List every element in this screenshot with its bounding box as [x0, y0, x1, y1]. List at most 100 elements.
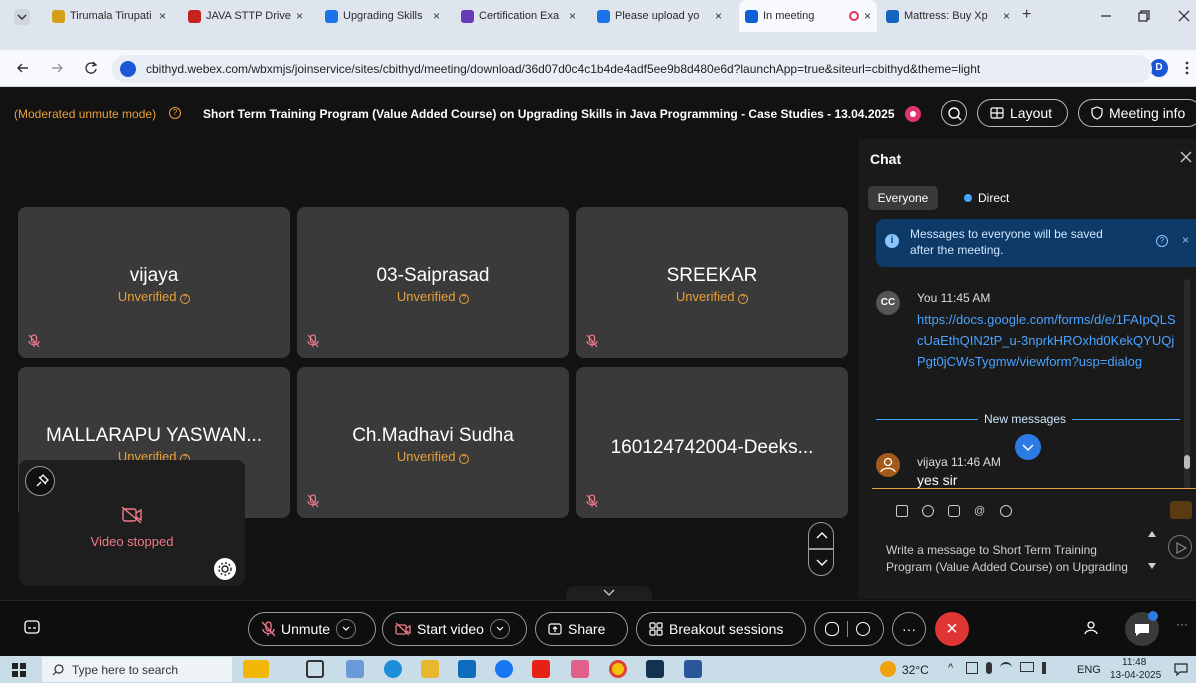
raise-hand-icon[interactable] [825, 622, 839, 636]
task-view-icon[interactable] [306, 660, 324, 678]
microphone-icon[interactable] [986, 662, 992, 674]
forward-button[interactable] [50, 61, 64, 75]
info-icon[interactable]: ? [738, 294, 749, 304]
reload-button[interactable] [84, 61, 98, 75]
more-options-button[interactable]: ··· [892, 612, 926, 646]
weather-icon[interactable] [880, 661, 896, 677]
share-button[interactable]: Share [535, 612, 628, 646]
outlook-icon[interactable] [458, 660, 476, 678]
chevron-up-icon[interactable]: ^ [948, 662, 958, 676]
network-icon[interactable] [966, 662, 978, 674]
gif-icon[interactable] [948, 505, 960, 517]
pin-button[interactable] [25, 466, 55, 496]
clock-time[interactable]: 11:48 [1122, 657, 1146, 668]
back-button[interactable] [16, 61, 30, 75]
grid-scroll-down-button[interactable] [808, 549, 834, 576]
tab-close-button[interactable]: × [159, 9, 166, 23]
participants-toggle-icon[interactable] [1170, 501, 1192, 519]
close-window-button[interactable] [1176, 8, 1192, 24]
tab-close-button[interactable]: × [715, 9, 722, 23]
info-icon[interactable]: ? [459, 454, 470, 464]
layout-button[interactable]: Layout [977, 99, 1068, 127]
participant-tile[interactable]: vijaya Unverified ? [18, 207, 290, 358]
browser-tab[interactable]: Upgrading Skills × [319, 0, 446, 32]
chrome-icon[interactable] [609, 660, 627, 678]
wifi-icon[interactable] [1000, 662, 1012, 674]
browser-tab[interactable]: Certification Exa × [455, 0, 582, 32]
zoom-button[interactable] [941, 100, 967, 126]
participant-tile[interactable]: SREEKAR Unverified ? [576, 207, 848, 358]
new-tab-button[interactable]: + [1022, 6, 1031, 24]
more-panels-button[interactable]: ··· [1176, 617, 1188, 631]
volume-icon[interactable] [1042, 662, 1054, 674]
edge-browser-icon[interactable] [384, 660, 402, 678]
taskbar-search-input[interactable]: Type here to search [42, 657, 232, 682]
copilot-icon[interactable] [243, 660, 269, 678]
browser-tab[interactable]: Tirumala Tirupati × [46, 0, 172, 32]
word-icon[interactable] [684, 660, 702, 678]
attach-icon[interactable] [1000, 505, 1012, 517]
participants-button[interactable] [1084, 620, 1100, 636]
battery-icon[interactable] [1020, 662, 1034, 672]
browser-menu-button[interactable] [1184, 61, 1190, 75]
snipping-tool-icon[interactable] [571, 660, 589, 678]
scroll-to-new-button[interactable] [1015, 434, 1041, 460]
info-icon[interactable]: ? [459, 294, 470, 304]
participant-tile[interactable]: Ch.Madhavi Sudha Unverified ? [297, 367, 569, 518]
start-video-button[interactable]: Start video [382, 612, 527, 646]
scrollbar-thumb[interactable] [1184, 455, 1190, 469]
tab-close-button[interactable]: × [433, 9, 440, 23]
chat-input-scroll-up[interactable] [1148, 531, 1156, 537]
webex-icon[interactable] [646, 660, 664, 678]
reactions-button[interactable] [814, 612, 884, 646]
youtube-icon[interactable] [532, 660, 550, 678]
meeting-info-button[interactable]: Meeting info [1078, 99, 1196, 127]
site-info-icon[interactable] [120, 61, 136, 77]
notifications-button[interactable] [1174, 662, 1188, 676]
participant-tile[interactable]: 03-Saiprasad Unverified ? [297, 207, 569, 358]
captions-button[interactable] [24, 620, 40, 634]
facebook-icon[interactable] [495, 660, 513, 678]
unmute-button[interactable]: Unmute [248, 612, 376, 646]
profile-avatar[interactable]: D [1150, 59, 1168, 77]
browser-tab[interactable]: In meeting × [739, 0, 877, 32]
chevron-down-icon[interactable] [489, 619, 510, 639]
info-icon[interactable]: ? [180, 294, 191, 304]
browser-tab[interactable]: JAVA STTP Drive × [182, 0, 309, 32]
chat-input[interactable]: Write a message to Short Term Training P… [886, 542, 1141, 576]
grid-scroll-up-button[interactable] [808, 522, 834, 549]
language-indicator[interactable]: ENG [1077, 664, 1101, 676]
send-button[interactable] [1168, 535, 1192, 559]
url-field[interactable]: cbithyd.webex.com/wbxmjs/joinservice/sit… [112, 55, 1152, 83]
self-view[interactable]: Video stopped [19, 460, 245, 586]
markdown-icon[interactable] [896, 505, 908, 517]
clock-date[interactable]: 13-04-2025 [1110, 670, 1161, 681]
tab-direct[interactable]: Direct [964, 186, 1009, 210]
minimize-button[interactable] [1098, 8, 1114, 24]
tab-close-button[interactable]: × [1003, 9, 1010, 23]
mention-icon[interactable]: @ [974, 505, 986, 517]
system-tray-icons[interactable]: ^ [948, 662, 1054, 676]
chat-scrollbar[interactable] [1184, 279, 1190, 489]
browser-tab[interactable]: Mattress: Buy Xp × [880, 0, 1016, 32]
help-icon[interactable]: ? [1156, 235, 1168, 247]
collapse-controls-button[interactable] [566, 586, 652, 600]
settings-button[interactable] [214, 558, 236, 580]
tab-close-button[interactable]: × [296, 9, 303, 23]
leave-meeting-button[interactable]: × [935, 612, 969, 646]
tab-everyone[interactable]: Everyone [868, 186, 938, 210]
info-icon[interactable]: ? [169, 107, 181, 119]
chat-button[interactable] [1125, 611, 1159, 646]
emoji-icon[interactable] [922, 505, 934, 517]
start-button[interactable] [12, 663, 26, 677]
notice-close-icon[interactable]: × [1182, 233, 1189, 247]
participant-tile[interactable]: 160124742004-Deeks... [576, 367, 848, 518]
file-icon[interactable] [346, 660, 364, 678]
file-explorer-icon[interactable] [421, 660, 439, 678]
message-link[interactable]: https://docs.google.com/forms/d/e/1FAIpQ… [917, 309, 1179, 372]
tab-close-button[interactable]: × [864, 9, 871, 23]
browser-tab[interactable]: Please upload yo × [591, 0, 728, 32]
chat-close-button[interactable] [1180, 151, 1192, 163]
chat-input-scroll-down[interactable] [1148, 563, 1156, 569]
chevron-down-icon[interactable] [336, 619, 357, 639]
